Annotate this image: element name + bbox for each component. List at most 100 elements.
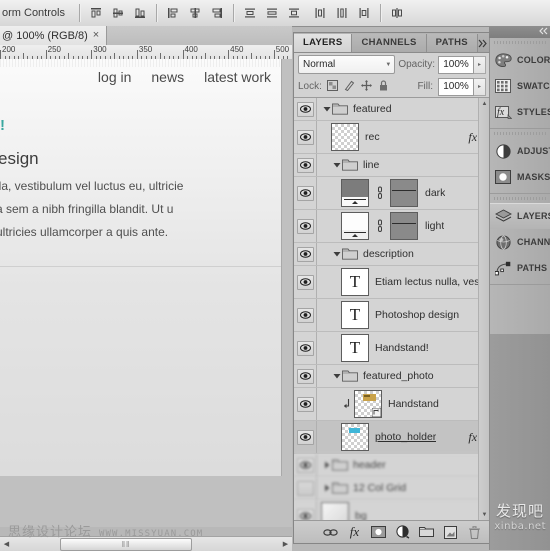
layer-visibility-toggle[interactable] — [294, 266, 317, 298]
layer-thumbnail[interactable]: T — [341, 268, 369, 296]
layer-row[interactable]: header — [294, 454, 490, 477]
tab-channels[interactable]: CHANNELS — [352, 34, 427, 52]
link-icon[interactable] — [375, 219, 385, 233]
document-tab[interactable]: @ 100% (RGB/8) × — [0, 26, 108, 45]
layer-name[interactable]: rec — [365, 131, 380, 143]
layer-visibility-toggle[interactable] — [294, 121, 317, 153]
layer-visibility-toggle[interactable] — [294, 243, 317, 265]
layer-row[interactable]: T Photoshop design — [294, 299, 490, 332]
layer-row[interactable]: dark — [294, 177, 490, 210]
add-layer-style-icon[interactable]: fx — [347, 524, 362, 540]
align-left-edges-icon[interactable] — [163, 3, 183, 23]
layer-visibility-toggle[interactable] — [294, 98, 317, 120]
layer-mask-thumbnail[interactable] — [390, 212, 418, 240]
lock-all-icon[interactable] — [378, 79, 389, 94]
distribute-top-edges-icon[interactable] — [240, 3, 260, 23]
layer-row[interactable]: Handstand — [294, 388, 490, 421]
layer-row[interactable]: T Etiam lectus nulla, ves... — [294, 266, 490, 299]
layer-name[interactable]: Photoshop design — [375, 309, 459, 321]
layer-mask-thumbnail[interactable] — [390, 179, 418, 207]
layer-visibility-toggle[interactable] — [294, 177, 317, 209]
layer-name[interactable]: Handstand! — [375, 342, 429, 354]
layer-visibility-toggle[interactable] — [294, 477, 317, 499]
dock-item-layers[interactable]: LAYERS — [490, 203, 550, 229]
layer-name[interactable]: bg — [355, 510, 367, 520]
layer-thumbnail[interactable] — [341, 179, 369, 207]
chevron-down-icon[interactable] — [321, 105, 332, 113]
layer-name[interactable]: 12 Col Grid — [353, 482, 406, 494]
layer-thumbnail[interactable] — [341, 212, 369, 240]
align-right-edges-icon[interactable] — [207, 3, 227, 23]
layer-row[interactable]: line — [294, 154, 490, 177]
nav-link-login[interactable]: log in — [98, 69, 131, 85]
layer-row[interactable]: T Handstand! — [294, 332, 490, 365]
nav-link-news[interactable]: news — [151, 69, 184, 85]
opacity-stepper[interactable]: 100% ▸ — [438, 55, 486, 74]
collapse-arrows-icon[interactable] — [478, 34, 489, 52]
align-top-edges-icon[interactable] — [86, 3, 106, 23]
dock-item-swatches[interactable]: SWATCHES — [490, 73, 550, 99]
nav-link-latest-work[interactable]: latest work — [204, 69, 271, 85]
layer-row[interactable]: description — [294, 243, 490, 266]
chevron-right-icon[interactable] — [321, 461, 332, 469]
layer-row[interactable]: featured_photo — [294, 365, 490, 388]
layer-visibility-toggle[interactable] — [294, 299, 317, 331]
layer-visibility-toggle[interactable] — [294, 332, 317, 364]
fill-input[interactable]: 100% — [438, 77, 474, 96]
layer-visibility-toggle[interactable] — [294, 388, 317, 420]
new-layer-icon[interactable] — [443, 525, 458, 540]
layer-row[interactable]: 12 Col Grid — [294, 477, 490, 500]
layer-row[interactable]: photo_holderfx▼ — [294, 421, 490, 454]
layer-thumbnail[interactable] — [341, 423, 369, 451]
chevron-down-icon[interactable] — [331, 250, 342, 258]
fill-stepper[interactable]: 100% ▸ — [438, 77, 486, 96]
distribute-vertical-centers-icon[interactable] — [262, 3, 282, 23]
dock-item-masks[interactable]: MASKS — [490, 164, 550, 190]
blend-mode-select[interactable]: Normal ▼ — [298, 55, 396, 74]
distribute-right-edges-icon[interactable] — [354, 3, 374, 23]
link-icon[interactable] — [375, 186, 385, 200]
layer-name[interactable]: Handstand — [388, 398, 439, 410]
layer-thumbnail[interactable]: T — [341, 301, 369, 329]
new-adjustment-layer-icon[interactable] — [395, 525, 410, 540]
chevron-down-icon[interactable] — [331, 161, 342, 169]
chevron-right-icon[interactable] — [321, 484, 332, 492]
layer-visibility-toggle[interactable] — [294, 500, 317, 520]
dock-item-styles[interactable]: fx STYLES — [490, 99, 550, 125]
fx-icon[interactable]: fx — [468, 130, 477, 145]
align-bottom-edges-icon[interactable] — [130, 3, 150, 23]
add-layer-mask-icon[interactable] — [371, 525, 386, 540]
auto-align-layers-icon[interactable] — [387, 3, 407, 23]
lock-transparency-icon[interactable] — [326, 79, 338, 94]
distribute-horizontal-centers-icon[interactable] — [332, 3, 352, 23]
dock-item-color[interactable]: COLOR — [490, 47, 550, 73]
fx-icon[interactable]: fx — [468, 430, 477, 445]
distribute-left-edges-icon[interactable] — [310, 3, 330, 23]
opacity-input[interactable]: 100% — [438, 55, 474, 74]
layer-visibility-toggle[interactable] — [294, 421, 317, 453]
layer-thumbnail[interactable] — [321, 502, 349, 520]
dock-item-adjustments[interactable]: ADJUSTMENTS — [490, 138, 550, 164]
canvas-area[interactable]: log in news latest work ! esign lla, ves… — [0, 59, 292, 527]
layer-visibility-toggle[interactable] — [294, 154, 317, 176]
layer-name[interactable]: dark — [425, 187, 445, 199]
layer-list[interactable]: featuredrecfx▼linedarklightdescriptionTE… — [294, 98, 490, 520]
artboard[interactable]: log in news latest work ! esign lla, ves… — [0, 59, 282, 476]
align-vertical-centers-icon[interactable] — [108, 3, 128, 23]
tab-layers[interactable]: LAYERS — [294, 34, 353, 52]
layer-name[interactable]: Etiam lectus nulla, ves... — [375, 276, 488, 288]
layer-name[interactable]: photo_holder — [375, 431, 436, 443]
chevron-down-icon[interactable] — [331, 372, 342, 380]
layer-visibility-toggle[interactable] — [294, 454, 317, 476]
dock-item-paths[interactable]: PATHS — [490, 255, 550, 281]
layer-row[interactable]: featured — [294, 98, 490, 121]
close-icon[interactable]: × — [93, 30, 99, 41]
layer-name[interactable]: featured — [353, 103, 392, 115]
scroll-right-icon[interactable]: ▶ — [279, 537, 292, 550]
layer-visibility-toggle[interactable] — [294, 210, 317, 242]
lock-image-icon[interactable] — [344, 80, 355, 94]
fill-chevron-icon[interactable]: ▸ — [474, 77, 486, 96]
lock-position-icon[interactable] — [360, 79, 372, 94]
layer-name[interactable]: featured_photo — [363, 370, 434, 382]
delete-layer-icon[interactable] — [467, 525, 482, 540]
